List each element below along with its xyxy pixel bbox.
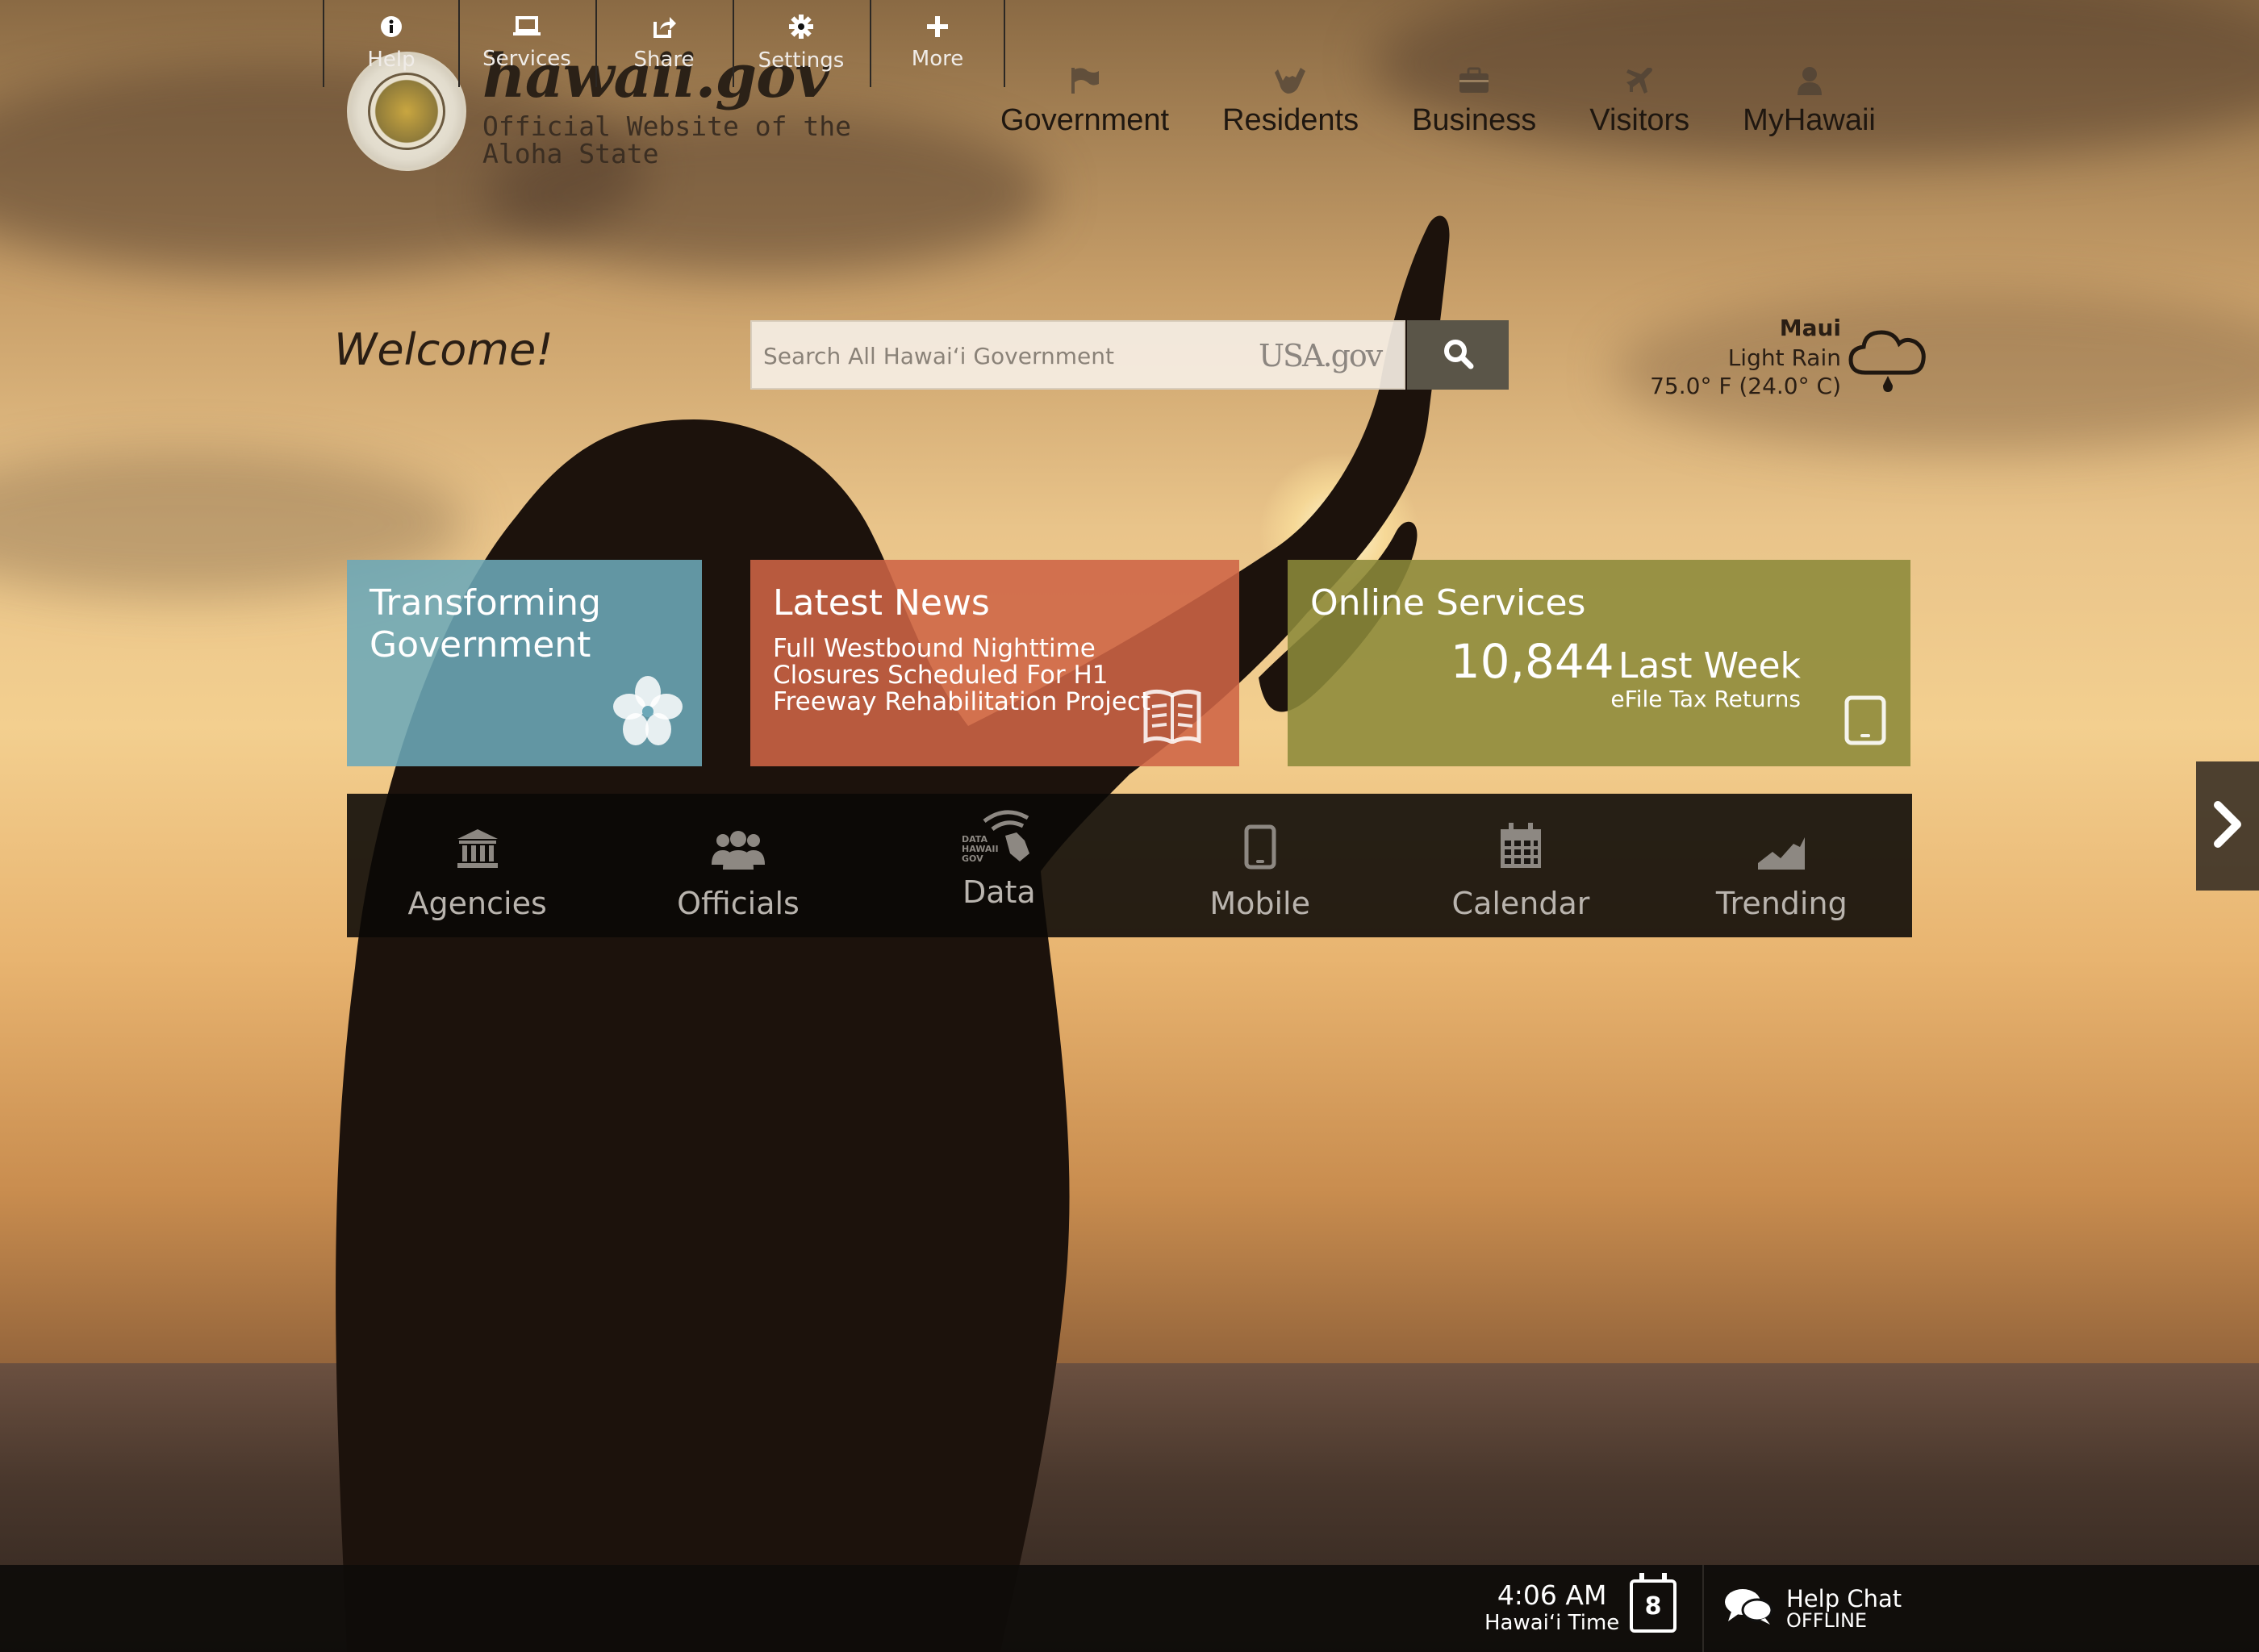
svg-text:GOV: GOV <box>962 853 983 864</box>
welcome-heading: Welcome! <box>334 324 553 375</box>
services-stat: 10,844 Last Week eFile Tax Returns <box>1451 634 1801 712</box>
tile-title: Transforming Government <box>370 582 601 665</box>
mobile-icon <box>1244 820 1276 870</box>
weather-location: Maui <box>1779 315 1841 341</box>
newspaper-icon <box>1142 687 1202 747</box>
weather-condition: Light Rain <box>1727 344 1841 371</box>
help-chat-button[interactable]: Help Chat OFFLINE <box>1702 1565 1902 1652</box>
nav-visitors[interactable]: Visitors <box>1589 65 1689 138</box>
services-count: 10,844 <box>1450 634 1614 689</box>
people-icon <box>711 820 765 870</box>
search-box: USA.gov <box>750 320 1405 390</box>
news-headline[interactable]: Full Westbound Nighttime Closures Schedu… <box>773 636 1160 715</box>
top-navigation: Government Residents Business Visitors M… <box>1000 65 1876 138</box>
share-icon <box>652 15 676 41</box>
quick-links-bar: Agencies Officials DATA HAWAII GOV Data … <box>347 794 1912 937</box>
nav-myhawaii[interactable]: MyHawaii <box>1743 65 1876 138</box>
quicklink-agencies[interactable]: Agencies <box>347 794 608 937</box>
tile-online-services[interactable]: Online Services 10,844 Last Week eFile T… <box>1288 560 1910 766</box>
weather-temperature: 75.0° F (24.0° C) <box>1650 373 1841 399</box>
rain-cloud-icon <box>1848 324 1928 400</box>
toolbar-share-button[interactable]: Share <box>595 0 731 87</box>
search-button[interactable] <box>1407 320 1509 390</box>
hibiscus-icon <box>612 674 684 750</box>
toolbar-settings-button[interactable]: Settings <box>733 0 868 87</box>
tablet-icon <box>1844 695 1886 749</box>
local-clock: 4:06 AM Hawai‘i Time <box>1484 1579 1619 1635</box>
info-icon <box>380 15 403 41</box>
airplane-icon <box>1623 65 1656 97</box>
services-period: Last Week <box>1618 645 1801 686</box>
services-subtitle: eFile Tax Returns <box>1610 686 1801 712</box>
building-icon <box>456 820 499 870</box>
user-icon <box>1793 65 1826 97</box>
tile-title: Latest News <box>773 582 990 624</box>
plus-icon <box>927 16 948 40</box>
flag-icon <box>1069 65 1101 97</box>
quicklink-trending[interactable]: Trending <box>1651 794 1912 937</box>
quicklink-calendar[interactable]: Calendar <box>1390 794 1651 937</box>
quicklink-officials[interactable]: Officials <box>608 794 868 937</box>
quicklink-mobile[interactable]: Mobile <box>1130 794 1390 937</box>
help-chat-label: Help Chat <box>1786 1585 1902 1612</box>
toolbar-help-button[interactable]: Help <box>323 0 458 87</box>
laptop-icon <box>513 16 541 40</box>
chat-bubbles-icon <box>1723 1587 1773 1629</box>
shaka-icon <box>1274 65 1307 97</box>
calendar-icon <box>1499 820 1543 870</box>
nav-business[interactable]: Business <box>1412 65 1536 138</box>
nav-residents[interactable]: Residents <box>1222 65 1359 138</box>
usagov-logo: USA.gov <box>1259 338 1383 373</box>
toolbar-more-button[interactable]: More <box>870 0 1005 87</box>
gear-icon <box>789 15 813 42</box>
toolbar-services-button[interactable]: Services <box>458 0 594 87</box>
tile-transforming-government[interactable]: Transforming Government <box>347 560 702 766</box>
data-hawaii-icon: DATA HAWAII GOV <box>960 810 1038 870</box>
weather-widget[interactable]: Maui Light Rain 75.0° F (24.0° C) <box>1650 315 1841 399</box>
tile-latest-news[interactable]: Latest News Full Westbound Nighttime Clo… <box>750 560 1239 766</box>
help-chat-status: OFFLINE <box>1786 1609 1868 1632</box>
site-subtitle: Official Website of the Aloha State <box>482 111 851 169</box>
clock-zone: Hawai‘i Time <box>1484 1611 1620 1635</box>
calendar-day-icon[interactable]: 8 <box>1630 1573 1677 1633</box>
briefcase-icon <box>1458 65 1490 97</box>
next-slide-button[interactable] <box>2196 761 2259 891</box>
bottom-toolbar <box>0 1565 2259 1652</box>
clock-time: 4:06 AM <box>1497 1579 1607 1611</box>
trending-icon <box>1758 820 1806 870</box>
quicklink-data[interactable]: DATA HAWAII GOV Data <box>869 794 1130 937</box>
chevron-right-icon <box>2211 800 2244 852</box>
tile-title: Online Services <box>1310 582 1586 624</box>
nav-government[interactable]: Government <box>1000 65 1169 138</box>
search-input[interactable] <box>752 322 1265 390</box>
search-icon <box>1442 337 1474 373</box>
